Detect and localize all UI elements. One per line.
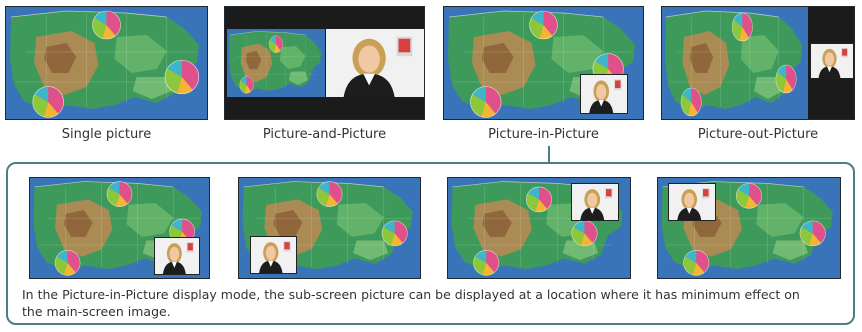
sub-screen-picture — [250, 236, 297, 274]
mode-label-single: Single picture — [61, 127, 152, 142]
pip-variant-top-right — [447, 177, 631, 279]
mode-label-picture-and-picture: Picture-and-Picture — [262, 127, 387, 142]
pie-chart-icon — [525, 186, 553, 213]
mode-label-picture-in-picture: Picture-in-Picture — [488, 127, 599, 142]
pie-chart-icon — [571, 220, 598, 247]
sub-screen-picture — [154, 237, 200, 275]
presenter-video-icon — [326, 29, 424, 97]
sub-screen-picture — [668, 183, 716, 221]
pip-variant-top-left — [657, 177, 841, 279]
pie-chart-icon — [164, 59, 200, 95]
pip-variant-bottom-left — [238, 177, 421, 279]
pie-chart-icon — [799, 220, 826, 247]
sub-screen-picture — [571, 183, 619, 221]
single-picture-screen — [5, 6, 208, 120]
mode-label-picture-out-picture: Picture-out-Picture — [697, 127, 819, 142]
us-weather-map — [6, 7, 207, 119]
pie-chart-icon — [381, 220, 408, 247]
us-weather-map — [227, 29, 325, 97]
pie-chart-icon — [239, 76, 254, 94]
caption-text: In the Picture-in-Picture display mode, … — [22, 287, 800, 319]
pie-chart-icon — [775, 64, 797, 94]
pie-chart-icon — [683, 250, 710, 276]
pie-chart-icon — [268, 35, 284, 53]
pie-chart-icon — [92, 10, 121, 40]
picture-out-picture-screen — [661, 6, 855, 120]
pie-chart-icon — [316, 181, 343, 207]
pie-chart-icon — [54, 250, 81, 276]
sub-screen-picture — [580, 74, 628, 114]
picture-in-picture-screen — [443, 6, 644, 120]
pie-chart-icon — [32, 86, 65, 118]
pie-chart-icon — [731, 12, 753, 42]
pie-chart-icon — [735, 183, 763, 209]
connector-line — [548, 146, 550, 162]
sub-screen-picture — [810, 43, 854, 79]
picture-and-picture-screen — [224, 6, 425, 120]
pie-chart-icon — [470, 86, 502, 118]
pie-chart-icon — [680, 87, 702, 117]
pip-variant-bottom-right — [29, 177, 210, 279]
pie-chart-icon — [106, 181, 133, 207]
us-weather-map — [662, 7, 808, 119]
pie-chart-icon — [529, 10, 558, 40]
pie-chart-icon — [473, 250, 500, 276]
